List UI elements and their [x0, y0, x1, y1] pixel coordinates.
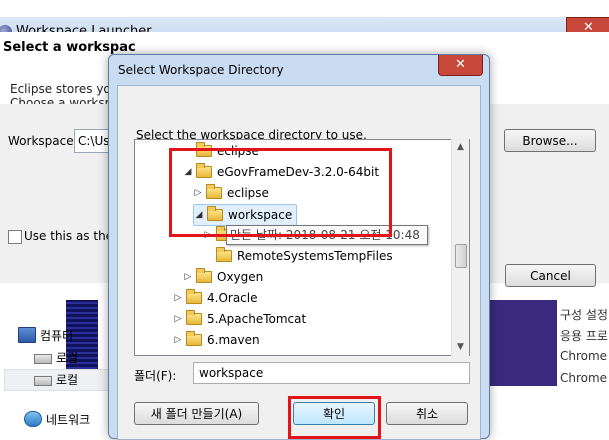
- launcher-cancel-button[interactable]: Cancel: [505, 264, 596, 287]
- tree-item-label: 6.maven: [207, 333, 260, 347]
- explorer-item-network[interactable]: 네트워크: [24, 409, 90, 429]
- folder-input[interactable]: workspace: [193, 362, 470, 384]
- folder-icon: [186, 289, 202, 304]
- launcher-description: Eclipse stores your: [10, 82, 124, 96]
- folder-icon: [186, 310, 202, 325]
- computer-icon: [18, 327, 36, 343]
- tree-item-label: 4.Oracle: [207, 291, 258, 305]
- scroll-up-icon[interactable]: ▲: [452, 139, 469, 156]
- folder-label: 폴더(F):: [134, 369, 177, 383]
- explorer-item-label: 컴퓨터: [40, 328, 74, 343]
- dialog-title: Select Workspace Directory: [118, 63, 284, 77]
- explorer-item-label: 네트워크: [46, 412, 91, 427]
- highlight-box-ok: [288, 396, 381, 439]
- expand-arrow-icon[interactable]: ▷: [173, 335, 183, 345]
- explorer-type-text: 응용 프로: [560, 329, 608, 343]
- explorer-type-text: Chrome H: [560, 349, 609, 363]
- expand-arrow-icon[interactable]: ▷: [173, 314, 183, 324]
- expand-arrow-icon[interactable]: ▷: [183, 272, 193, 282]
- workspace-label: Workspace:: [8, 134, 78, 148]
- use-default-checkbox[interactable]: [8, 230, 22, 244]
- folder-icon: [186, 331, 202, 346]
- drive-icon: [34, 376, 52, 386]
- tree-item-label: RemoteSystemsTempFiles: [237, 249, 393, 263]
- scroll-down-icon[interactable]: ▼: [452, 339, 469, 356]
- tree-item-label: Oxygen: [217, 270, 264, 284]
- tree-item[interactable]: ▷ Oxygen: [183, 267, 263, 287]
- tree-item[interactable]: ▷ 5.ApacheTomcat: [173, 309, 306, 329]
- new-folder-button[interactable]: 새 폴더 만들기(A): [134, 402, 259, 425]
- scroll-thumb[interactable]: [455, 244, 467, 268]
- explorer-item-computer[interactable]: 컴퓨터: [18, 325, 73, 345]
- close-icon[interactable]: ✕: [438, 55, 483, 76]
- explorer-type-text: Chrome H: [560, 371, 609, 385]
- tree-item-label: 5.ApacheTomcat: [207, 312, 307, 326]
- folder-icon: [196, 268, 212, 283]
- explorer-type-text: 구성 설정: [560, 308, 608, 322]
- tree-item[interactable]: ▷ 6.maven: [173, 330, 260, 350]
- expand-arrow-icon[interactable]: ▷: [173, 293, 183, 303]
- tree-item[interactable]: ▷ 4.Oracle: [173, 288, 258, 308]
- folder-icon: [216, 247, 232, 262]
- browse-button[interactable]: Browse...: [504, 129, 596, 152]
- explorer-item-label: 로컬: [56, 350, 79, 365]
- tree-scrollbar[interactable]: ▲ ▼: [451, 139, 469, 356]
- dialog-cancel-button[interactable]: 취소: [386, 402, 468, 425]
- highlight-box-tree: [169, 148, 392, 237]
- launcher-heading: Select a workspac: [3, 40, 136, 55]
- explorer-item-label: 로컬: [56, 372, 79, 387]
- drive-icon: [34, 354, 52, 364]
- explorer-item-local-disk[interactable]: 로컬: [34, 347, 78, 367]
- network-icon: [24, 411, 42, 427]
- tree-item[interactable]: ▷ RemoteSystemsTempFiles: [203, 246, 393, 266]
- explorer-item-local-disk-2[interactable]: 로컬: [34, 369, 78, 389]
